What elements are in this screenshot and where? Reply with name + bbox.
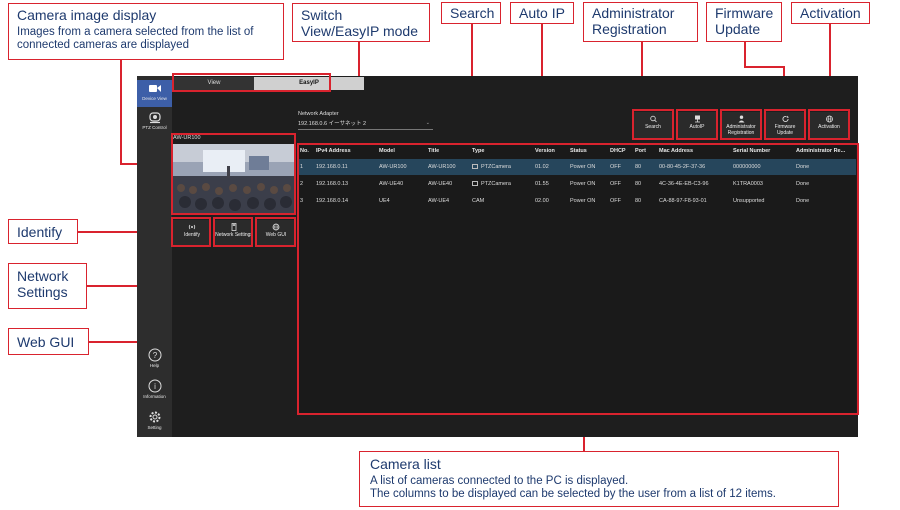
highlight-firmware-update bbox=[764, 109, 806, 140]
callout-search: Search bbox=[441, 2, 501, 24]
ptz-camera-icon bbox=[148, 112, 161, 124]
callout-title: Network Settings bbox=[17, 268, 69, 300]
camera-icon bbox=[148, 85, 161, 92]
callout-title: Administrator Registration bbox=[592, 5, 675, 37]
connector-line bbox=[120, 60, 122, 164]
highlight-mode-switch bbox=[172, 73, 331, 92]
highlight-network-settings bbox=[213, 217, 253, 247]
callout-web-gui: Web GUI bbox=[8, 328, 89, 355]
highlight-activation bbox=[808, 109, 850, 140]
callout-switch-mode: Switch View/EasyIP mode bbox=[292, 3, 430, 42]
sidebar-item-information[interactable]: i Information bbox=[137, 379, 172, 399]
chevron-down-icon: ⌄ bbox=[425, 120, 430, 126]
sidebar-item-label: PTZ Control bbox=[142, 125, 167, 130]
sidebar-item-label: Help bbox=[149, 363, 160, 368]
callout-camera-list: Camera list A list of cameras connected … bbox=[359, 451, 839, 507]
help-icon: ? bbox=[148, 348, 161, 362]
callout-desc: Images from a camera selected from the l… bbox=[17, 26, 254, 51]
highlight-admin-registration bbox=[720, 109, 762, 140]
callout-title: Web GUI bbox=[17, 334, 75, 350]
highlight-web-gui bbox=[255, 217, 296, 247]
network-adapter-value: 192.168.0.6 イーサネット 2 bbox=[298, 121, 367, 127]
callout-title: Identify bbox=[17, 224, 63, 240]
connector-line bbox=[744, 42, 746, 67]
sidebar-item-help[interactable]: ? Help bbox=[137, 348, 172, 368]
callout-title: Camera image display bbox=[17, 7, 157, 23]
callout-title: Switch View/EasyIP mode bbox=[301, 7, 418, 39]
sidebar-item-setting[interactable]: Setting bbox=[137, 410, 172, 430]
callout-title: Firmware Update bbox=[715, 5, 774, 37]
gear-icon bbox=[149, 411, 160, 423]
callout-identify: Identify bbox=[8, 219, 78, 244]
callout-title: Auto IP bbox=[519, 5, 565, 21]
callout-desc-1: A list of cameras connected to the PC is… bbox=[370, 475, 629, 487]
sidebar: Device View PTZ Control ? Help i Informa… bbox=[137, 76, 172, 437]
network-adapter-select[interactable]: 192.168.0.6 イーサネット 2 ⌄ bbox=[298, 119, 433, 130]
sidebar-item-label: Setting bbox=[147, 425, 162, 430]
callout-admin-registration: Administrator Registration bbox=[583, 2, 698, 42]
callout-network-settings: Network Settings bbox=[8, 263, 87, 309]
callout-auto-ip: Auto IP bbox=[510, 2, 574, 24]
highlight-identify bbox=[171, 217, 211, 247]
svg-text:i: i bbox=[154, 382, 156, 391]
connector-line bbox=[744, 66, 784, 68]
callout-firmware-update: Firmware Update bbox=[706, 2, 782, 42]
highlight-autoip bbox=[676, 109, 718, 140]
network-adapter-label: Network Adapter bbox=[298, 111, 339, 117]
info-icon: i bbox=[148, 379, 161, 393]
sidebar-item-ptz-control[interactable]: PTZ Control bbox=[137, 110, 172, 130]
callout-activation: Activation bbox=[791, 2, 870, 24]
callout-camera-image: Camera image display Images from a camer… bbox=[8, 3, 284, 60]
callout-title: Camera list bbox=[370, 456, 441, 472]
callout-title: Search bbox=[450, 5, 495, 21]
sidebar-item-device-view[interactable]: Device View bbox=[137, 80, 172, 107]
callout-desc-2: The columns to be displayed can be selec… bbox=[370, 488, 776, 500]
highlight-camera-image bbox=[171, 133, 296, 215]
highlight-camera-list bbox=[297, 143, 859, 415]
sidebar-item-label: Device View bbox=[142, 96, 167, 101]
highlight-search bbox=[632, 109, 674, 140]
sidebar-item-label: Information bbox=[143, 394, 166, 399]
svg-text:?: ? bbox=[152, 351, 157, 360]
callout-title: Activation bbox=[800, 5, 861, 21]
